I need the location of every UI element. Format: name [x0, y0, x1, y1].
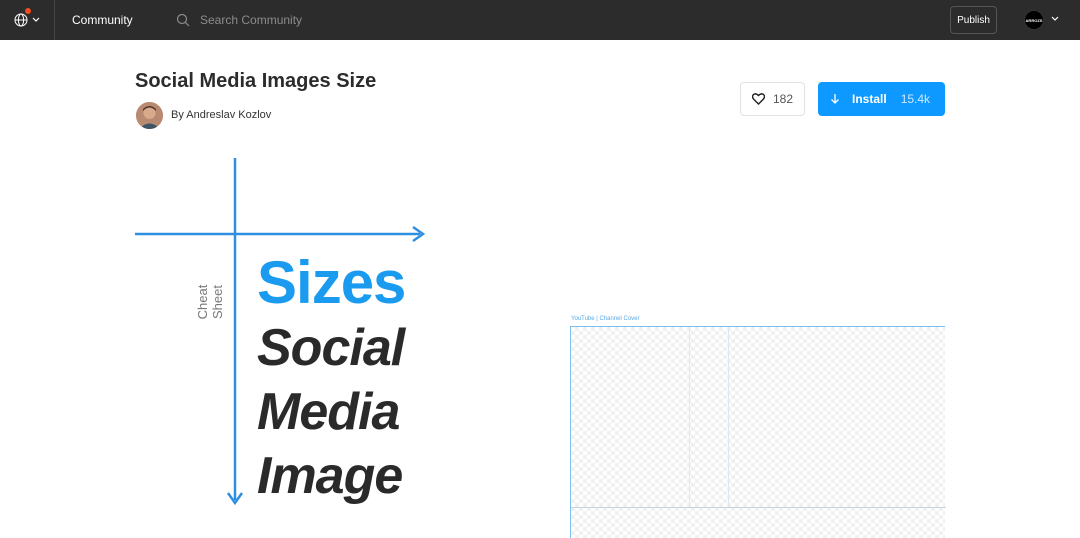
heart-icon: [751, 93, 765, 105]
author-photo: [136, 102, 163, 129]
search-icon: [176, 13, 190, 27]
author-name[interactable]: By Andreslav Kozlov: [171, 109, 271, 121]
cheat-sheet-label: Cheat Sheet: [195, 284, 225, 320]
language-menu[interactable]: [0, 0, 55, 40]
channel-cover-frame: [570, 326, 946, 538]
search-input[interactable]: Search Community: [200, 13, 302, 27]
cover-media: Media: [257, 383, 400, 441]
user-avatar[interactable]: ARROZS: [1024, 10, 1044, 30]
download-arrow-icon: [831, 94, 839, 104]
cover-sizes: Sizes: [257, 249, 406, 316]
account-chevron-down-icon[interactable]: [1051, 16, 1059, 22]
install-count: 15.4k: [900, 92, 931, 106]
frame-guide-line: [689, 327, 690, 507]
search-bar[interactable]: Search Community: [176, 11, 302, 29]
frame-guide-line: [728, 327, 729, 507]
notification-dot: [25, 8, 31, 14]
nav-community[interactable]: Community: [72, 0, 133, 40]
globe-icon: [14, 13, 28, 27]
page-title: Social Media Images Size: [135, 70, 377, 92]
install-button[interactable]: Install 15.4k: [818, 82, 945, 116]
frame-guide-line: [571, 507, 946, 508]
install-label: Install: [852, 92, 887, 106]
chevron-down-icon: [32, 17, 40, 22]
top-bar: Community Search Community Publish ARROZ…: [0, 0, 1080, 40]
like-button[interactable]: 182: [740, 82, 805, 116]
author-avatar[interactable]: [136, 102, 163, 129]
cover-image: Image: [257, 447, 403, 505]
publish-button[interactable]: Publish: [950, 6, 997, 34]
like-count: 182: [772, 92, 794, 106]
cover-social: Social: [257, 319, 405, 377]
frame-label: YouTube | Channel Cover: [571, 316, 640, 322]
